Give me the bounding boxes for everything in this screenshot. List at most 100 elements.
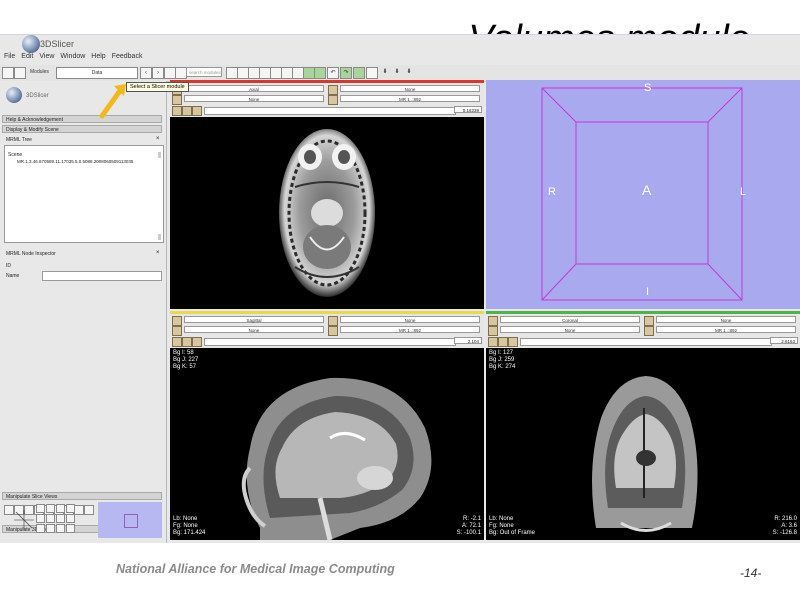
menu-view[interactable]: View <box>39 53 54 63</box>
view-back-icon[interactable] <box>66 514 75 523</box>
green-eye-icon[interactable] <box>488 337 498 347</box>
coronal-mri-image <box>592 376 698 532</box>
green-pin-icon[interactable] <box>488 316 498 326</box>
pick-icon[interactable]: ⬇ <box>392 67 402 77</box>
sagittal-top-left-overlay: Bg I: 58 Bg J: 227 Bg K: 57 <box>173 350 199 370</box>
name-field[interactable] <box>42 271 162 281</box>
menu-feedback[interactable]: Feedback <box>112 53 143 63</box>
view-bottom-icon[interactable] <box>46 524 55 533</box>
yellow-layer-icon[interactable] <box>328 326 338 336</box>
orient-superior: S <box>644 82 652 94</box>
name-label: Name <box>6 273 20 279</box>
slicer-logo-icon <box>22 35 40 53</box>
orient-right: R <box>548 186 556 198</box>
yellow-eye-icon[interactable] <box>172 337 182 347</box>
3d-view[interactable]: S I R L A <box>486 80 800 309</box>
search-modules-input[interactable]: search modules <box>186 67 222 77</box>
module-selector[interactable]: Data <box>56 67 138 79</box>
red-check-icon[interactable] <box>182 106 192 116</box>
help-section[interactable]: Help & Acknowledgement <box>2 115 162 123</box>
yellow-bg-select[interactable]: None <box>340 316 480 323</box>
red-fg-icon[interactable] <box>172 95 182 105</box>
save-icon[interactable] <box>14 67 26 79</box>
yellow-check-icon[interactable] <box>182 337 192 347</box>
next-module-icon[interactable]: › <box>152 67 164 79</box>
yellow-pin-icon[interactable] <box>172 316 182 326</box>
tree-item[interactable]: MR.1.3.46.670589.11.17035.5.0.5088.20080… <box>17 159 133 164</box>
close-icon[interactable]: × <box>156 250 160 256</box>
3d-nav-panel <box>4 500 166 540</box>
menu-help[interactable]: Help <box>91 53 105 63</box>
green-visible-icon[interactable] <box>508 337 518 347</box>
red-eye-icon[interactable] <box>172 106 182 116</box>
green-fg-select[interactable]: MR 1 .:892 <box>656 326 796 333</box>
green-slice-value[interactable]: 2.6163 <box>770 337 798 344</box>
yellow-visible-icon[interactable] <box>192 337 202 347</box>
redo-all-icon[interactable] <box>353 67 365 79</box>
yellow-slice-view[interactable]: Bg I: 58 Bg J: 227 Bg K: 57 Lb: None Fg:… <box>170 348 484 540</box>
green-fg2-select[interactable]: None <box>500 326 640 333</box>
green-layer-icon[interactable] <box>644 326 654 336</box>
red-link-icon[interactable] <box>328 85 338 95</box>
display-modify-section[interactable]: Display & Modify Scene <box>2 125 162 133</box>
menu-file[interactable]: File <box>4 53 15 63</box>
view-top-icon[interactable] <box>36 524 45 533</box>
manipulate-slice-views-section[interactable]: Manipulate Slice Views <box>2 492 162 500</box>
red-visible-icon[interactable] <box>192 106 202 116</box>
orient-inferior: I <box>646 286 650 298</box>
redo-icon[interactable]: ↷ <box>340 67 352 79</box>
view-zoom-icon[interactable] <box>46 504 55 513</box>
view-reset-icon[interactable] <box>56 524 65 533</box>
yellow-link-icon[interactable] <box>328 316 338 326</box>
red-slice-slider[interactable] <box>204 107 456 115</box>
red-fg2-select[interactable]: None <box>184 95 324 102</box>
view-rock-icon[interactable] <box>66 504 75 513</box>
red-bg-select[interactable]: None <box>340 85 480 92</box>
prev-module-icon[interactable]: ‹ <box>140 67 152 79</box>
green-fg-icon[interactable] <box>488 326 498 336</box>
yellow-fg-icon[interactable] <box>172 326 182 336</box>
red-fg-select[interactable]: MR 1 .:892 <box>340 95 480 102</box>
red-slice-view[interactable] <box>170 117 484 309</box>
coronal-bottom-right-overlay: R: 216.0 A: 3.6 S: -126.8 <box>772 516 797 536</box>
place-icon[interactable]: ⬇ <box>404 67 414 77</box>
module-tooltip: Select a Slicer module <box>126 82 189 92</box>
green-slice-slider[interactable] <box>520 338 772 346</box>
yellow-slice-value[interactable]: 2.104 <box>454 337 482 344</box>
fiducial-icon[interactable]: ⬇ <box>380 67 390 77</box>
scene-node[interactable]: Scene <box>8 152 22 158</box>
red-view-bar <box>170 80 484 83</box>
red-orientation-select[interactable]: Axial <box>184 85 324 92</box>
view-center-icon[interactable] <box>66 524 75 533</box>
yellow-fg-select[interactable]: MR 1 .:892 <box>340 326 480 333</box>
menu-edit[interactable]: Edit <box>21 53 33 63</box>
yellow-fg2-select[interactable]: None <box>184 326 324 333</box>
menu-window[interactable]: Window <box>60 53 85 63</box>
yellow-orientation-select[interactable]: Sagittal <box>184 316 324 323</box>
app-logo: 3DSlicer <box>18 35 78 55</box>
green-orientation-select[interactable]: Coronal <box>500 316 640 323</box>
view-spin-icon[interactable] <box>56 504 65 513</box>
green-slice-view[interactable]: Bg I: 127 Bg J: 259 Bg K: 274 Lb: None F… <box>486 348 800 540</box>
close-icon[interactable]: × <box>156 136 160 142</box>
view-left-icon[interactable] <box>36 514 45 523</box>
menu-bar: File Edit View Window Help Feedback <box>0 53 142 63</box>
coronal-bottom-left-overlay: Lb: None Fg: None Bg: Out of Frame <box>489 516 536 536</box>
green-check-icon[interactable] <box>498 337 508 347</box>
mouse-mode-icon[interactable] <box>366 67 378 79</box>
green-bg-select[interactable]: None <box>656 316 796 323</box>
yellow-slice-slider[interactable] <box>204 338 456 346</box>
undo-icon[interactable]: ↶ <box>327 67 339 79</box>
tree-scrollbar-bottom[interactable] <box>158 234 161 240</box>
red-layer-icon[interactable] <box>328 95 338 105</box>
view-right-icon[interactable] <box>46 514 55 523</box>
view-front-icon[interactable] <box>56 514 65 523</box>
red-slice-value[interactable]: 0.16239 <box>454 106 482 113</box>
mrml-tree[interactable]: Scene MR.1.3.46.670589.11.17035.5.0.5088… <box>4 145 164 243</box>
green-link-icon[interactable] <box>644 316 654 326</box>
view-rotate-icon[interactable] <box>36 504 45 513</box>
home-icon[interactable] <box>2 67 14 79</box>
tree-scrollbar[interactable] <box>158 152 161 158</box>
modules-label: Modules <box>30 69 49 75</box>
layout-tabbed-icon[interactable] <box>314 67 326 79</box>
